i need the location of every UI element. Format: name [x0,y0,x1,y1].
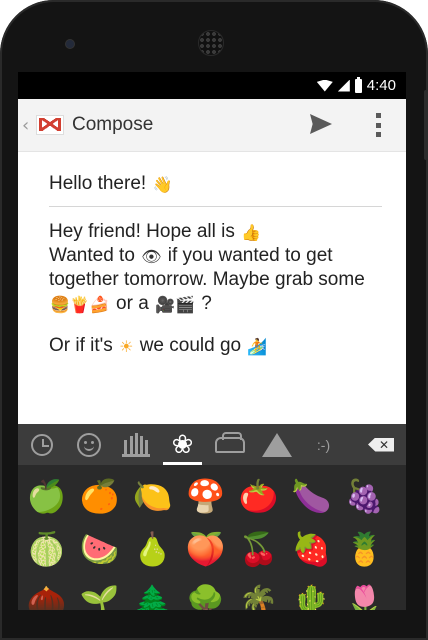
front-camera [66,40,74,48]
emoji-key[interactable]: 🌱 [73,575,126,611]
emoji-key[interactable]: 🍉 [73,522,126,575]
emoji-key[interactable]: 🍐 [126,522,179,575]
tab-people[interactable] [65,424,112,465]
emoji-key[interactable]: 🍆 [285,469,338,522]
message-body[interactable]: Hey friend! Hope all is 👍 Wanted to 👁 if… [49,220,390,358]
overflow-dot [375,122,381,128]
body-text: or a [110,293,155,314]
eye-emoji: 👁 [141,247,162,266]
emoji-key[interactable]: 🍊 [73,469,126,522]
up-navigation-caret[interactable]: ‹ [22,115,32,136]
status-time: 4:40 [366,77,396,94]
screen: 4:40 ‹ Compose Hello there! 👋 Hey friend… [18,72,406,610]
send-button[interactable] [310,114,334,136]
crown-icon [121,432,150,457]
body-text: Hey friend! Hope all is [49,221,241,242]
body-text: if you wanted to get [162,245,333,266]
emoji-key[interactable]: 🌲 [126,575,179,611]
sun-emoji: ☀ [119,337,134,356]
emoji-key[interactable]: 🍋 [126,469,179,522]
emoji-key[interactable]: 🍍 [338,522,391,575]
emoji-grid: 🍏 🍊 🍋 🍄 🍅 🍆 🍇 🍈 🍉 🍐 🍑 🍒 🍓 🍍 🌰 🌱 🌲 🌳 🌴 🌵 🌷 [18,465,406,611]
emoji-key[interactable]: 🌵 [285,575,338,611]
emoji-key[interactable]: 🌴 [232,575,285,611]
body-text: ? [195,293,212,314]
overflow-menu-button[interactable] [374,113,382,137]
emoji-key[interactable]: 🍇 [338,469,391,522]
triangle-icon [261,432,292,457]
wifi-icon [316,79,333,92]
emoji-key[interactable]: 🍅 [232,469,285,522]
emoji-key[interactable]: 🍏 [20,469,73,522]
earpiece-speaker [198,30,224,56]
body-line: together tomorrow. Maybe grab some [49,268,390,292]
status-bar: 4:40 [18,72,406,99]
emoticon-label: :-) [316,436,331,453]
flower-icon: ❀ [171,429,194,460]
tab-recent[interactable] [18,424,65,465]
page-title: Compose [72,114,154,135]
phone-frame: 4:40 ‹ Compose Hello there! 👋 Hey friend… [0,0,428,640]
smiley-icon [76,432,101,457]
tab-objects[interactable] [112,424,159,465]
emoji-key[interactable]: 🍑 [179,522,232,575]
subject-field[interactable]: Hello there! 👋 [49,172,382,207]
emoji-key[interactable]: 🍈 [20,522,73,575]
backspace-icon: ✕ [368,437,394,452]
subject-text: Hello there! [49,173,147,194]
backspace-button[interactable]: ✕ [356,424,406,465]
emoji-key[interactable]: 🍒 [232,522,285,575]
body-text: Or if it's [49,335,119,356]
body-text: together tomorrow. Maybe grab some [49,269,365,290]
gmail-icon[interactable] [36,115,64,135]
side-button [424,90,428,160]
waving-hand-emoji: 👋 [152,175,173,194]
tab-places[interactable] [206,424,253,465]
emoji-key[interactable]: 🍓 [285,522,338,575]
body-line: Hey friend! Hope all is 👍 [49,220,390,244]
car-icon [214,431,245,453]
emoji-keyboard: ❀ :-) ✕ 🍏 🍊 🍋 🍄 🍅 🍆 🍇 🍈 🍉 🍐 🍑 🍒 🍓 🍍 🌰 🌱 🌲 🌳 🌴 🌵 🌷 [18,424,406,610]
tab-symbols[interactable] [253,424,300,465]
movie-emoji: 🎥🎬 [155,295,195,314]
emoji-key[interactable]: 🍄 [179,469,232,522]
action-bar: ‹ Compose [18,99,406,152]
thumbs-up-emoji: 👍 [241,223,262,242]
send-icon [310,114,332,134]
signal-icon [337,79,350,92]
emoji-category-tabs: ❀ :-) ✕ [18,424,406,465]
body-text: Wanted to [49,245,141,266]
emoji-key[interactable]: 🌷 [338,575,391,611]
overflow-dot [375,132,381,137]
overflow-dot [375,113,381,118]
body-line: Or if it's ☀ we could go 🏄 [49,334,390,358]
emoji-key[interactable]: 🌰 [20,575,73,611]
surfer-emoji: 🏄 [247,337,268,356]
food-emoji: 🍔🍟🍰 [50,295,110,314]
tab-nature[interactable]: ❀ [159,424,206,465]
tab-emoticons[interactable]: :-) [300,424,347,465]
body-text: we could go [134,335,247,356]
battery-icon [354,76,362,93]
clock-icon [30,433,53,456]
emoji-key[interactable]: 🌳 [179,575,232,611]
body-line: Wanted to 👁 if you wanted to get [49,244,390,268]
body-line: 🍔🍟🍰 or a 🎥🎬 ? [49,292,390,316]
